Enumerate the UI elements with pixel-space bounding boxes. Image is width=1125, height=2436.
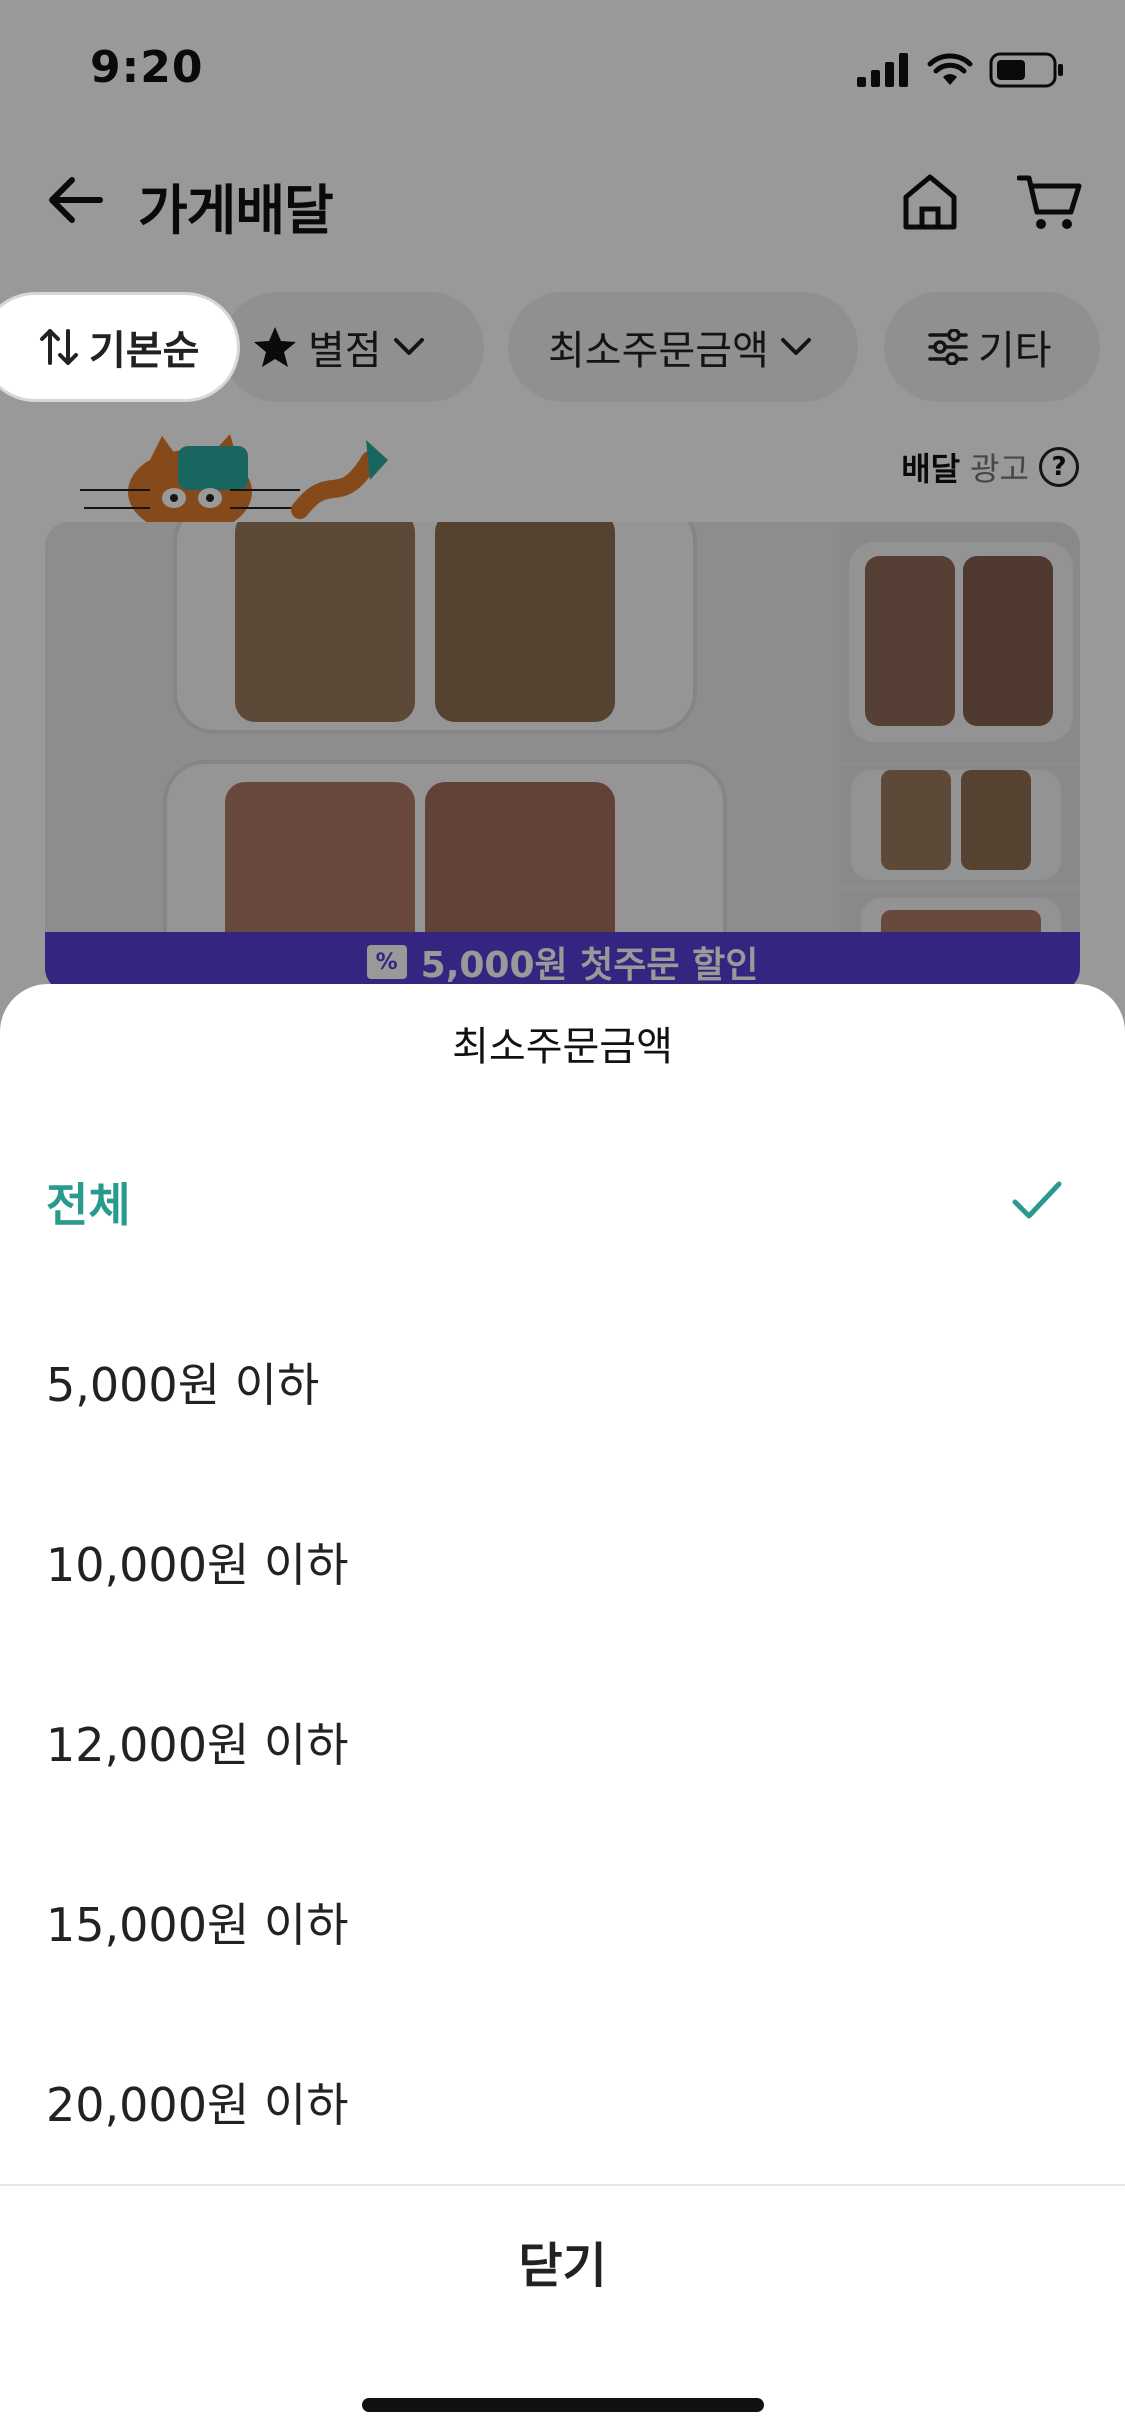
option-label: 15,000원 이하 [46,1898,349,1952]
option-5000[interactable]: 5,000원 이하 [0,1292,1125,1472]
option-15000[interactable]: 15,000원 이하 [0,1832,1125,2012]
option-label: 5,000원 이하 [46,1358,320,1412]
option-label: 10,000원 이하 [46,1538,349,1592]
option-20000[interactable]: 20,000원 이하 [0,2012,1125,2192]
screen: 9:20 가게배달 기본순 별점 최소주문금액 기타 배달 광고 ? % 5,0… [0,0,1125,2436]
option-label: 20,000원 이하 [46,2078,349,2132]
option-all[interactable]: 전체 [0,1112,1125,1292]
sort-chip[interactable]: 기본순 [0,292,240,402]
sort-arrows-icon [40,329,78,365]
option-12000[interactable]: 12,000원 이하 [0,1652,1125,1832]
min-order-bottom-sheet: 최소주문금액 전체 5,000원 이하 10,000원 이하 12,000원 이… [0,984,1125,2436]
home-indicator [362,2398,764,2412]
option-label: 12,000원 이하 [46,1718,349,1772]
option-label: 전체 [46,1178,131,1232]
sort-chip-label: 기본순 [89,328,200,374]
sheet-title: 최소주문금액 [452,1024,673,1070]
option-10000[interactable]: 10,000원 이하 [0,1472,1125,1652]
close-button[interactable]: 닫기 [0,2186,1125,2336]
check-icon [1012,1181,1062,1219]
